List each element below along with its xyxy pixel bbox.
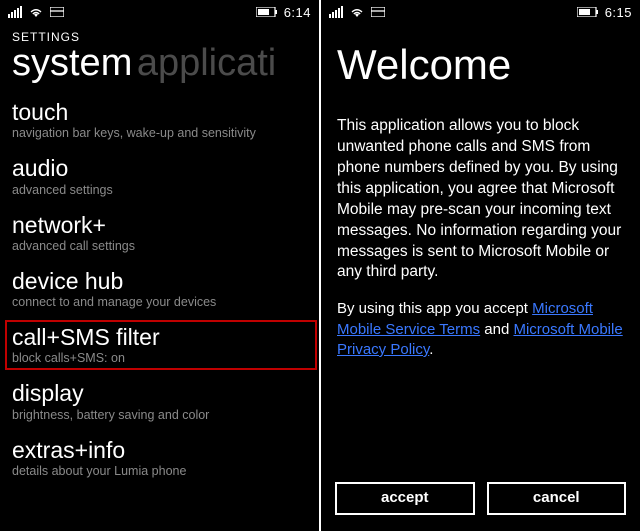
settings-item-device-hub[interactable]: device hub connect to and manage your de… bbox=[12, 269, 307, 309]
settings-item-touch[interactable]: touch navigation bar keys, wake-up and s… bbox=[12, 100, 307, 140]
pivot-system[interactable]: system bbox=[12, 42, 132, 84]
inbox-icon bbox=[50, 7, 64, 17]
settings-item-display[interactable]: display brightness, battery saving and c… bbox=[12, 381, 307, 421]
clock: 6:15 bbox=[605, 5, 632, 20]
accept-button[interactable]: accept bbox=[335, 482, 475, 515]
item-subtitle: advanced call settings bbox=[12, 239, 307, 253]
item-title: network+ bbox=[12, 213, 307, 238]
settings-list: touch navigation bar keys, wake-up and s… bbox=[0, 82, 319, 478]
pivot-applications[interactable]: applicati bbox=[137, 42, 276, 84]
signal-icon bbox=[329, 6, 343, 18]
status-bar: 6:15 bbox=[321, 0, 640, 24]
item-title: extras+info bbox=[12, 438, 307, 463]
battery-icon bbox=[577, 7, 599, 17]
pivot-header[interactable]: system applicati bbox=[0, 44, 319, 82]
item-subtitle: details about your Lumia phone bbox=[12, 464, 307, 478]
item-title: device hub bbox=[12, 269, 307, 294]
cancel-button[interactable]: cancel bbox=[487, 482, 627, 515]
settings-screen: 6:14 SETTINGS system applicati touch nav… bbox=[0, 0, 319, 531]
button-row: accept cancel bbox=[321, 482, 640, 515]
item-subtitle: connect to and manage your devices bbox=[12, 295, 307, 309]
welcome-body: This application allows you to block unw… bbox=[321, 94, 640, 283]
status-bar: 6:14 bbox=[0, 0, 319, 24]
settings-item-network[interactable]: network+ advanced call settings bbox=[12, 213, 307, 253]
page-title: Welcome bbox=[321, 24, 640, 94]
item-title: display bbox=[12, 381, 307, 406]
breadcrumb: SETTINGS bbox=[0, 24, 319, 44]
terms-text: By using this app you accept Microsoft M… bbox=[321, 283, 640, 360]
terms-suffix: . bbox=[429, 341, 433, 358]
settings-item-audio[interactable]: audio advanced settings bbox=[12, 156, 307, 196]
item-title: call+SMS filter bbox=[12, 325, 310, 350]
inbox-icon bbox=[371, 7, 385, 17]
settings-item-call-sms-filter[interactable]: call+SMS filter block calls+SMS: on bbox=[7, 322, 315, 368]
terms-prefix: By using this app you accept bbox=[337, 300, 532, 317]
signal-icon bbox=[8, 6, 22, 18]
item-subtitle: block calls+SMS: on bbox=[12, 351, 310, 365]
welcome-screen: 6:15 Welcome This application allows you… bbox=[321, 0, 640, 531]
item-subtitle: navigation bar keys, wake-up and sensiti… bbox=[12, 126, 307, 140]
item-title: touch bbox=[12, 100, 307, 125]
item-subtitle: brightness, battery saving and color bbox=[12, 408, 307, 422]
clock: 6:14 bbox=[284, 5, 311, 20]
wifi-icon bbox=[28, 6, 44, 18]
settings-item-extras-info[interactable]: extras+info details about your Lumia pho… bbox=[12, 438, 307, 478]
item-title: audio bbox=[12, 156, 307, 181]
terms-mid: and bbox=[480, 321, 513, 338]
battery-icon bbox=[256, 7, 278, 17]
wifi-icon bbox=[349, 6, 365, 18]
item-subtitle: advanced settings bbox=[12, 183, 307, 197]
